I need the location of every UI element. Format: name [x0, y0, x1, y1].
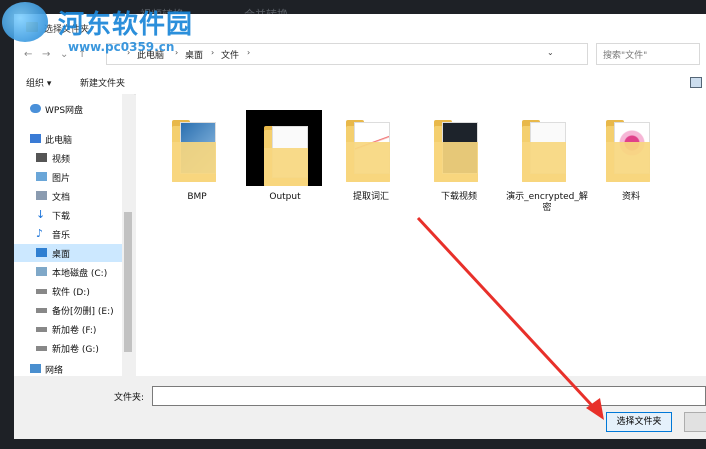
- file-label: 资料: [621, 192, 640, 202]
- nav-item-label: 音乐: [52, 231, 71, 241]
- nav-item-pictures[interactable]: 图片: [14, 168, 122, 186]
- folder-item-output[interactable]: Output: [240, 110, 324, 224]
- organize-button[interactable]: 组织 ▾: [26, 76, 51, 89]
- chevron-right-icon: ›: [211, 48, 215, 57]
- nav-item-drive-g[interactable]: 新加卷 (G:): [14, 339, 122, 357]
- watermark-logo: [2, 2, 48, 42]
- nav-item-label: WPS网盘: [45, 106, 84, 116]
- nav-item-label: 新加卷 (G:): [52, 345, 99, 355]
- computer-icon: [30, 134, 41, 143]
- nav-item-label: 图片: [52, 174, 71, 184]
- folder-item-demo-decrypted[interactable]: 演示_encrypted_解密: [502, 114, 588, 224]
- address-dropdown-icon[interactable]: ⌄: [547, 48, 554, 57]
- nav-item-drive-f[interactable]: 新加卷 (F:): [14, 320, 122, 338]
- network-icon: [30, 364, 41, 373]
- folder-item-extract-words[interactable]: 提取词汇: [326, 114, 410, 224]
- nav-item-documents[interactable]: 文档: [14, 187, 122, 205]
- select-folder-dialog: 选择文件夹 ← → ⌄ ↑ › 此电脑 › 桌面 › 文件 › ⌄ ⟳ 搜索"文…: [14, 14, 706, 439]
- nav-item-label: 视频: [52, 155, 71, 165]
- download-icon: ↓: [36, 208, 46, 221]
- nav-item-label: 本地磁盘 (C:): [52, 269, 108, 279]
- folder-icon: [166, 114, 228, 184]
- video-icon: [36, 153, 47, 162]
- music-icon: ♪: [36, 227, 44, 240]
- folder-item-materials[interactable]: 资料: [586, 114, 670, 224]
- back-icon[interactable]: ←: [24, 49, 32, 60]
- folder-icon: [428, 114, 490, 184]
- breadcrumb-desktop[interactable]: 桌面: [185, 48, 203, 61]
- folder-item-bmp[interactable]: BMP: [152, 114, 236, 224]
- documents-icon: [36, 191, 47, 200]
- nav-item-videos[interactable]: 视频: [14, 149, 122, 167]
- toolbar: 组织 ▾ 新建文件夹: [14, 70, 706, 95]
- nav-item-label: 文档: [52, 193, 71, 203]
- nav-scrollbar-thumb[interactable]: [124, 212, 132, 352]
- search-placeholder: 搜索"文件": [603, 51, 648, 61]
- nav-item-label: 网络: [45, 366, 64, 376]
- folder-icon: [516, 114, 578, 184]
- chevron-right-icon: ›: [247, 48, 251, 57]
- folder-icon: [246, 110, 322, 186]
- folder-item-download-video[interactable]: 下载视频: [414, 114, 498, 224]
- pictures-icon: [36, 172, 47, 181]
- nav-item-music[interactable]: ♪ 音乐: [14, 225, 122, 243]
- nav-item-desktop[interactable]: 桌面: [14, 244, 122, 262]
- nav-item-label: 备份[勿删] (E:): [52, 307, 114, 317]
- file-list: BMP Output 提取词汇 下载视频 演示_encrypted_解密 资料: [136, 94, 706, 376]
- nav-item-drive-e[interactable]: 备份[勿删] (E:): [14, 301, 122, 319]
- navigation-pane: WPS网盘 此电脑 视频 图片 文档 ↓ 下载 ♪ 音乐 桌面 本地磁盘 (C:…: [14, 94, 134, 376]
- nav-item-label: 软件 (D:): [52, 288, 90, 298]
- new-folder-button[interactable]: 新建文件夹: [80, 76, 125, 89]
- nav-item-wps-cloud[interactable]: WPS网盘: [14, 100, 122, 118]
- file-label: BMP: [187, 192, 207, 202]
- nav-item-downloads[interactable]: ↓ 下载: [14, 206, 122, 224]
- drive-icon: [36, 346, 47, 351]
- watermark-url: www.pc0359.cn: [68, 40, 175, 54]
- nav-item-label: 此电脑: [45, 136, 73, 146]
- drive-icon: [36, 289, 47, 294]
- chevron-right-icon: ›: [175, 48, 179, 57]
- folder-icon: [340, 114, 402, 184]
- file-label: Output: [269, 192, 301, 202]
- breadcrumb-files[interactable]: 文件: [221, 48, 239, 61]
- select-folder-button[interactable]: 选择文件夹: [606, 412, 672, 432]
- folder-input[interactable]: [152, 386, 706, 406]
- nav-item-label: 新加卷 (F:): [52, 326, 97, 336]
- folder-icon: [600, 114, 662, 184]
- watermark-title: 河东软件园: [58, 10, 194, 40]
- view-options-icon[interactable]: [690, 77, 702, 88]
- file-label: 演示_encrypted_解密: [506, 192, 588, 213]
- dialog-footer: 文件夹: 选择文件夹: [14, 376, 706, 439]
- desktop-icon: [36, 248, 47, 257]
- search-input[interactable]: 搜索"文件": [596, 43, 700, 65]
- drive-icon: [36, 327, 47, 332]
- nav-item-drive-d[interactable]: 软件 (D:): [14, 282, 122, 300]
- file-label: 下载视频: [440, 192, 477, 202]
- cloud-icon: [30, 104, 41, 113]
- file-label: 提取词汇: [352, 192, 389, 202]
- nav-item-label: 下载: [52, 212, 71, 222]
- nav-item-this-pc[interactable]: 此电脑: [14, 130, 122, 148]
- cancel-button[interactable]: [684, 412, 706, 432]
- forward-icon[interactable]: →: [42, 49, 50, 60]
- nav-item-drive-c[interactable]: 本地磁盘 (C:): [14, 263, 122, 281]
- folder-field-label: 文件夹:: [114, 393, 145, 403]
- address-bar[interactable]: › 此电脑 › 桌面 › 文件 › ⌄ ⟳: [106, 43, 663, 65]
- nav-item-label: 桌面: [52, 250, 71, 260]
- nav-item-network[interactable]: 网络: [14, 360, 122, 376]
- drive-icon: [36, 267, 47, 276]
- drive-icon: [36, 308, 47, 313]
